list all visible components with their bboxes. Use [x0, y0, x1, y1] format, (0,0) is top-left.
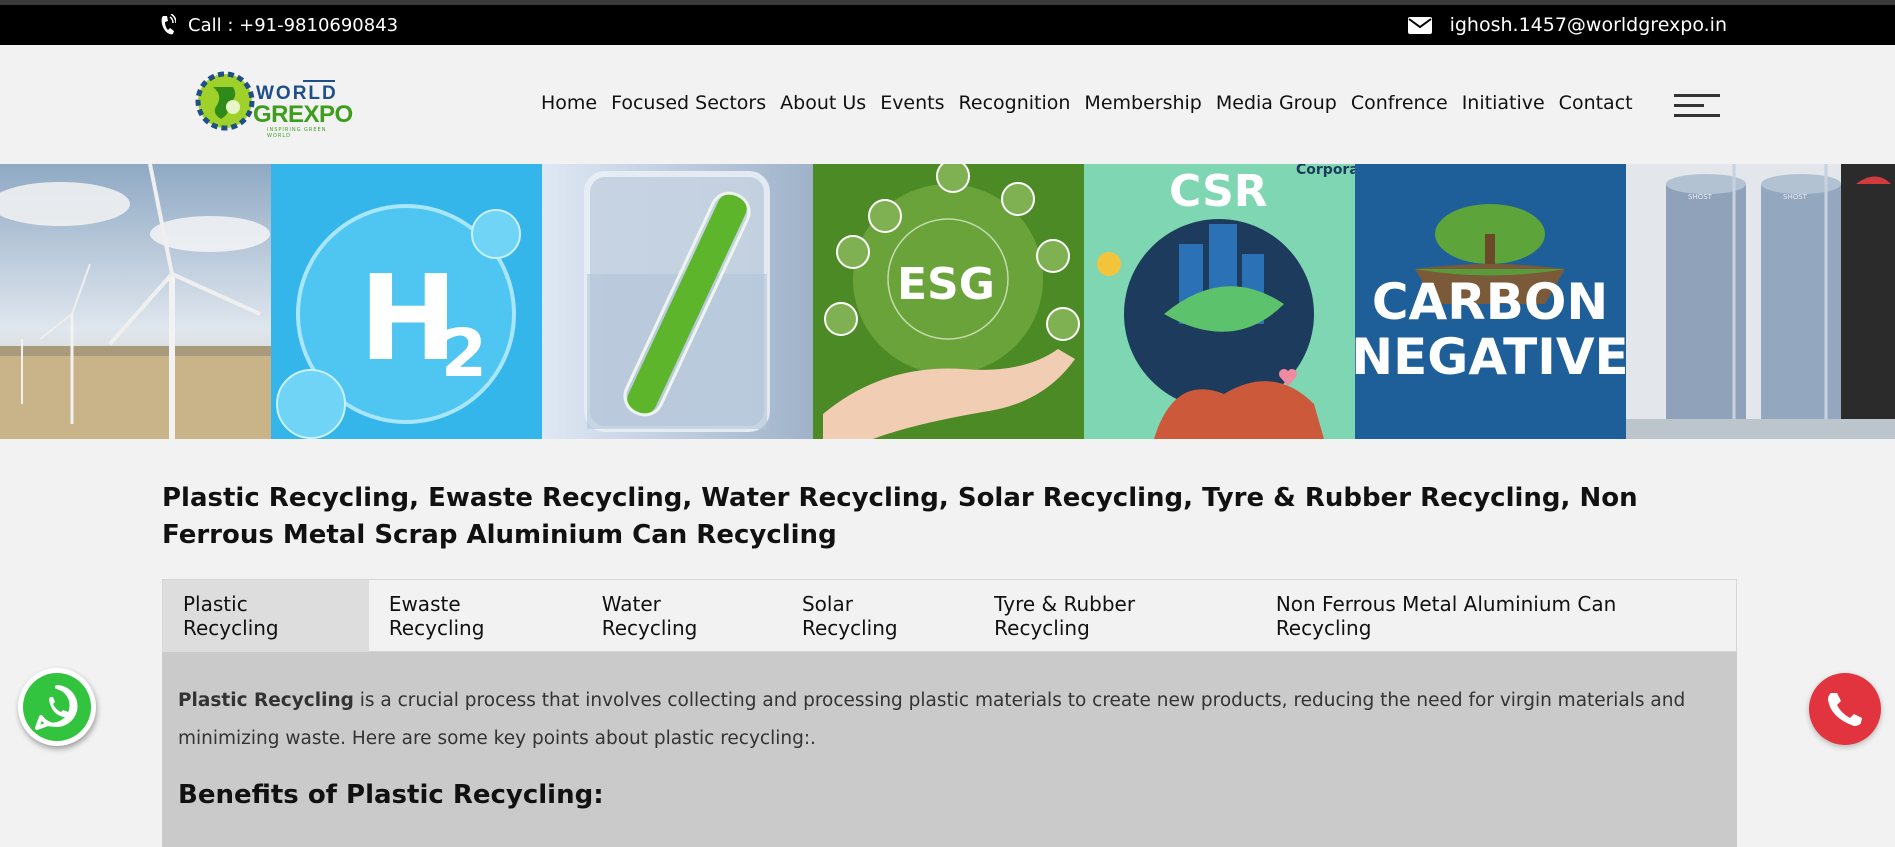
- tab-solar-recycling[interactable]: Solar Recycling: [782, 580, 974, 652]
- banner-tile-hydrogen: H 2: [271, 164, 542, 439]
- nav-contact[interactable]: Contact: [1552, 92, 1640, 114]
- nav-home[interactable]: Home: [534, 92, 604, 114]
- intro-text: is a crucial process that involves colle…: [178, 690, 1686, 749]
- whatsapp-button[interactable]: [18, 668, 96, 746]
- tab-non-ferrous-metal-recycling[interactable]: Non Ferrous Metal Aluminium Can Recyclin…: [1256, 580, 1736, 652]
- logo-globe-icon: [195, 71, 255, 131]
- call-button[interactable]: [1809, 673, 1881, 745]
- banner-tile-esg: ESG: [813, 164, 1084, 439]
- phone-icon: [160, 14, 176, 36]
- nav-media-group[interactable]: Media Group: [1209, 92, 1344, 114]
- logo-tagline: INSPIRING GREEN WORLD: [267, 127, 327, 139]
- svg-text:SHOST: SHOST: [1783, 193, 1808, 201]
- recycling-tabs: Plastic Recycling Ewaste Recycling Water…: [162, 579, 1737, 652]
- email-text: ighosh.1457@worldgrexpo.in: [1449, 14, 1727, 36]
- envelope-icon: [1407, 16, 1432, 34]
- logo-line2: GREXPO: [253, 101, 353, 128]
- page-title: Plastic Recycling, Ewaste Recycling, Wat…: [162, 483, 1638, 550]
- whatsapp-icon: [23, 673, 91, 741]
- nav-recognition[interactable]: Recognition: [952, 92, 1078, 114]
- call-text: Call : +91-9810690843: [188, 14, 399, 36]
- top-contact-bar: Call : +91-9810690843 ighosh.1457@worldg…: [0, 5, 1895, 45]
- tab-plastic-recycling[interactable]: Plastic Recycling: [163, 580, 369, 652]
- site-logo[interactable]: WORLD GREXPO INSPIRING GREEN WORLD: [193, 69, 353, 139]
- banner-tile-biogas-tanks: SHOST SHOST: [1626, 164, 1895, 439]
- svg-text:SHOST: SHOST: [1688, 193, 1713, 201]
- svg-text:NEGATIVE: NEGATIVE: [1355, 328, 1626, 386]
- nav-about-us[interactable]: About Us: [773, 92, 873, 114]
- email-link[interactable]: ighosh.1457@worldgrexpo.in: [1407, 5, 1727, 45]
- nav-focused-sectors[interactable]: Focused Sectors: [604, 92, 773, 114]
- svg-text:ESG: ESG: [897, 259, 995, 310]
- banner-tile-wind-turbines: [0, 164, 271, 439]
- intro-paragraph: Plastic Recycling is a crucial process t…: [178, 682, 1721, 758]
- phone-call-icon: [1828, 693, 1862, 726]
- sector-banner: H 2 ESG CSR Corpora CARBON NEGATIVE SHOS…: [0, 164, 1895, 439]
- intro-bold-term: Plastic Recycling: [178, 690, 354, 711]
- tab-tyre-rubber-recycling[interactable]: Tyre & Rubber Recycling: [974, 580, 1256, 652]
- svg-text:2: 2: [441, 315, 487, 392]
- banner-tile-carbon-negative: CARBON NEGATIVE: [1355, 164, 1626, 439]
- nav-events[interactable]: Events: [873, 92, 951, 114]
- svg-text:CSR: CSR: [1169, 166, 1268, 217]
- banner-tile-test-tube: [542, 164, 813, 439]
- banner-tile-csr: CSR Corpora: [1084, 164, 1355, 439]
- main-nav: Home Focused Sectors About Us Events Rec…: [534, 92, 1640, 114]
- svg-text:Corpora: Corpora: [1296, 164, 1355, 178]
- site-header: WORLD GREXPO INSPIRING GREEN WORLD Home …: [0, 45, 1895, 164]
- svg-text:CARBON: CARBON: [1372, 273, 1608, 331]
- nav-membership[interactable]: Membership: [1077, 92, 1208, 114]
- tab-ewaste-recycling[interactable]: Ewaste Recycling: [369, 580, 582, 652]
- logo-bar: [303, 80, 335, 82]
- nav-confrence[interactable]: Confrence: [1344, 92, 1455, 114]
- benefits-heading: Benefits of Plastic Recycling:: [178, 780, 604, 810]
- tab-water-recycling[interactable]: Water Recycling: [582, 580, 782, 652]
- call-link[interactable]: Call : +91-9810690843: [160, 5, 398, 45]
- tab-content-panel: Plastic Recycling is a crucial process t…: [162, 652, 1737, 847]
- hamburger-menu-icon[interactable]: [1674, 94, 1720, 118]
- nav-initiative[interactable]: Initiative: [1455, 92, 1552, 114]
